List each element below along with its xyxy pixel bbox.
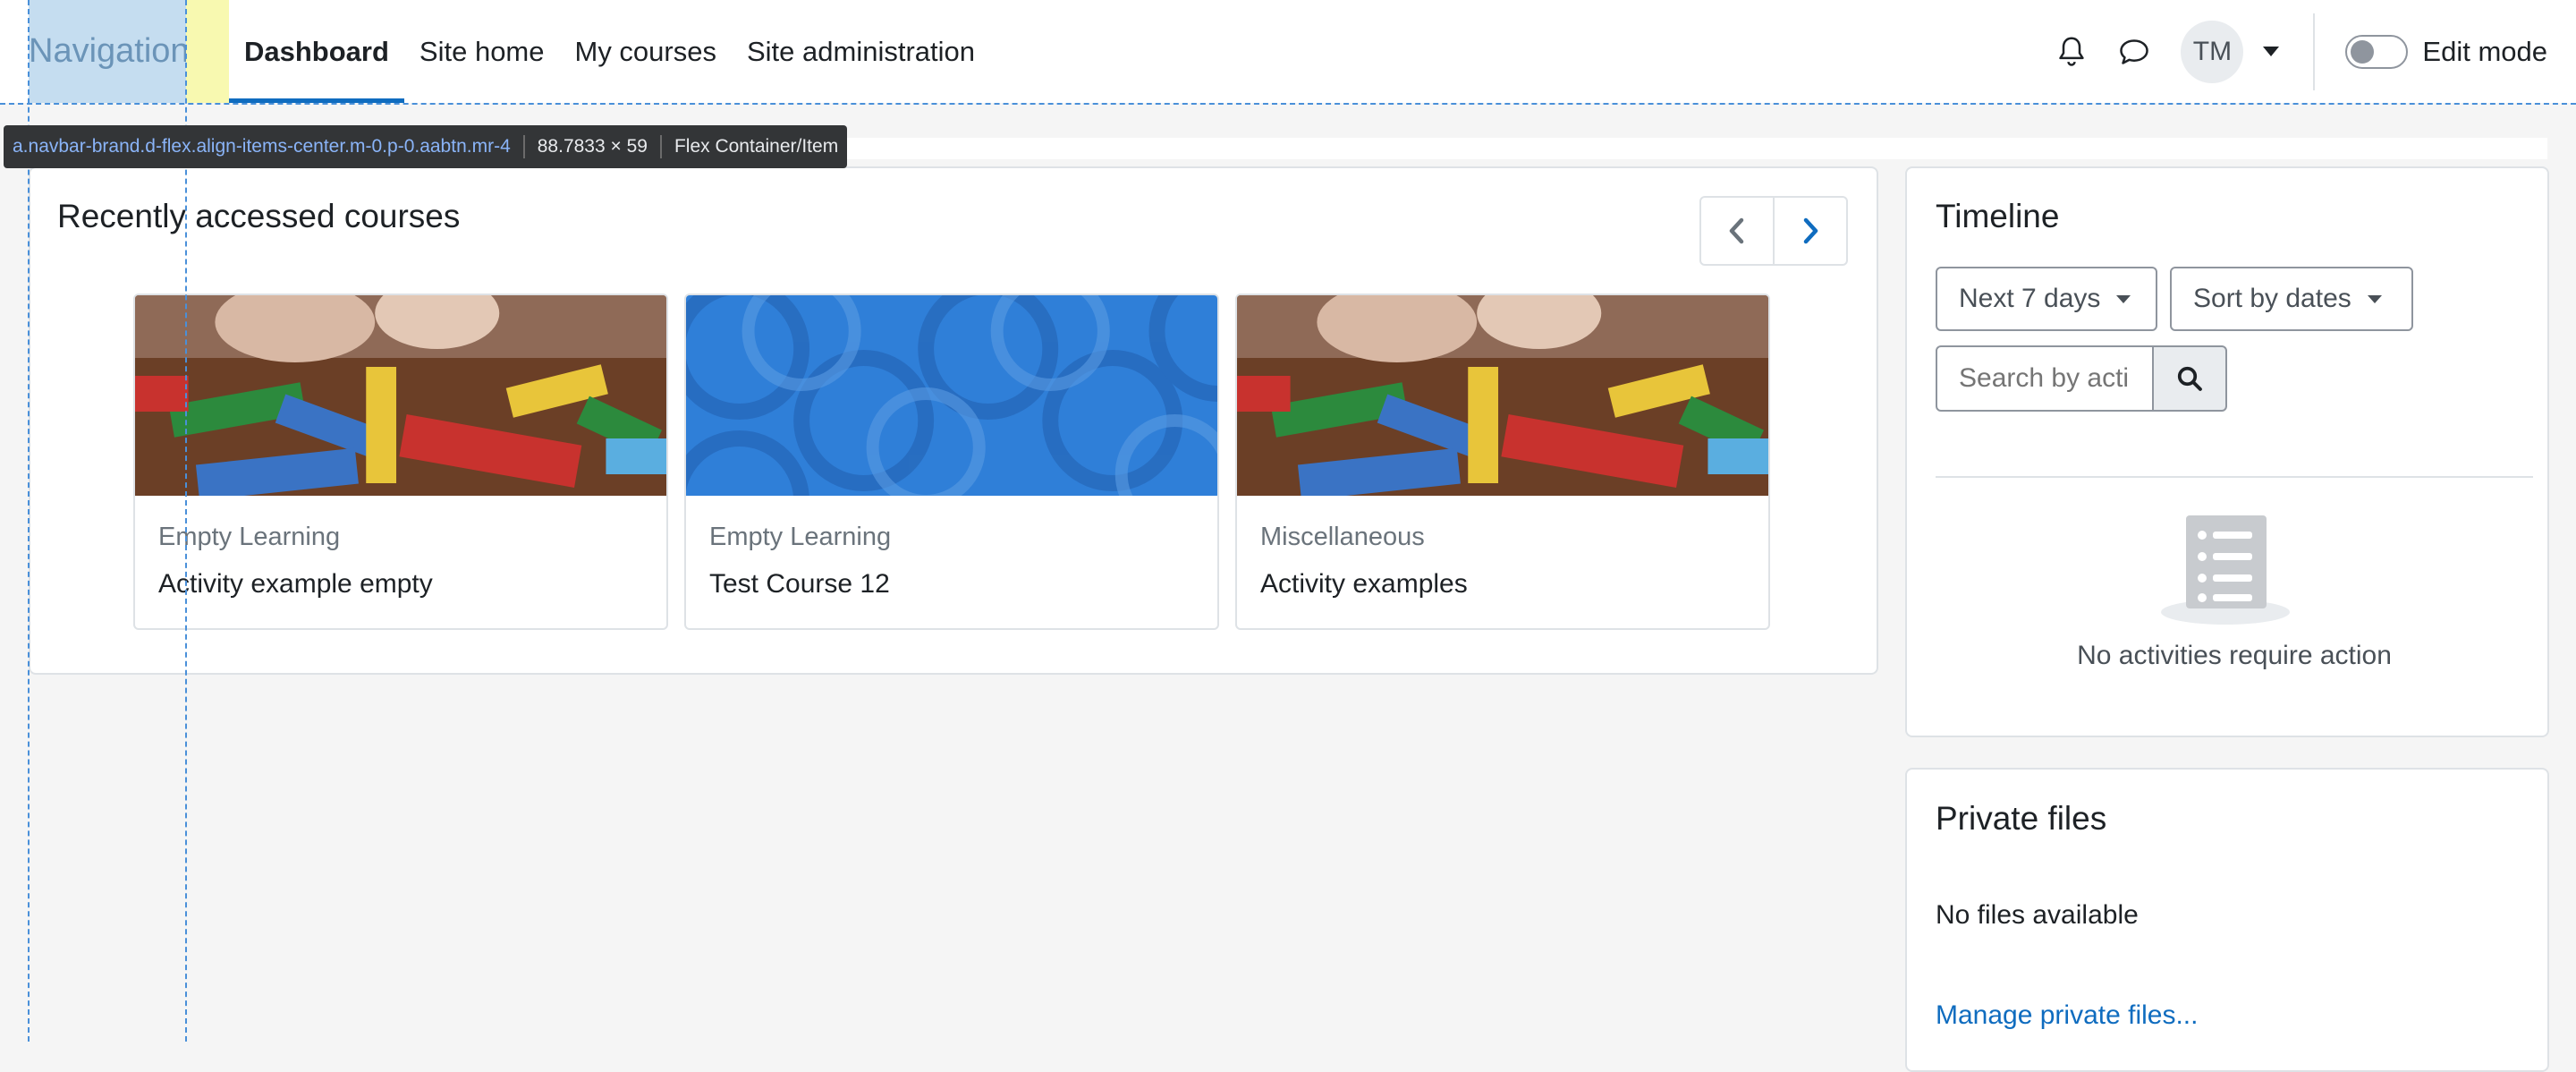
- dropdown-caret-icon: [2116, 294, 2131, 303]
- course-carousel-controls: [1699, 196, 1848, 266]
- edit-mode-toggle[interactable]: [2345, 34, 2409, 69]
- notifications-button[interactable]: [2045, 25, 2098, 79]
- timeline-divider: [1936, 476, 2533, 478]
- timeline-search-button[interactable]: [2152, 345, 2227, 412]
- course-image-toy-blocks: [135, 295, 666, 496]
- dropdown-caret-icon: [2367, 294, 2382, 303]
- timeline-sort-value: Sort by dates: [2193, 284, 2351, 313]
- top-navbar: Navigation Dashboard Site home My course…: [0, 0, 2576, 103]
- next-button[interactable]: [1773, 198, 1846, 264]
- manage-private-files-link[interactable]: Manage private files...: [1936, 1000, 2198, 1031]
- private-files-title: Private files: [1936, 800, 2107, 837]
- timeline-search-input[interactable]: [1936, 345, 2154, 412]
- user-avatar[interactable]: TM: [2181, 20, 2244, 83]
- messages-button[interactable]: [2107, 25, 2161, 79]
- inspector-guide-line: [0, 103, 2576, 105]
- toggle-knob: [2351, 39, 2375, 64]
- course-card[interactable]: Miscellaneous Activity examples: [1235, 294, 1770, 630]
- course-category: Miscellaneous: [1260, 523, 1425, 551]
- timeline-title: Timeline: [1936, 198, 2060, 234]
- navbar-brand[interactable]: Navigation: [29, 0, 190, 103]
- course-image-toy-blocks: [1237, 295, 1768, 496]
- timeline-range-select[interactable]: Next 7 days: [1936, 267, 2157, 331]
- course-name: Activity example empty: [158, 569, 433, 599]
- navbar-divider: [2313, 13, 2316, 90]
- brand-margin-highlight: [186, 0, 229, 103]
- course-name: Activity examples: [1260, 569, 1468, 599]
- timeline-sort-select[interactable]: Sort by dates: [2170, 267, 2413, 331]
- course-category: Empty Learning: [709, 523, 892, 551]
- nav-site-administration[interactable]: Site administration: [732, 0, 990, 103]
- chevron-left-icon: [1729, 217, 1744, 244]
- navbar-right-group: TM Edit mode: [2045, 0, 2547, 103]
- nav-site-home[interactable]: Site home: [404, 0, 560, 103]
- nav-my-courses[interactable]: My courses: [560, 0, 732, 103]
- inspector-separator: [522, 135, 525, 158]
- edit-mode-label: Edit mode: [2422, 35, 2547, 67]
- brand-label: Navigation: [29, 32, 190, 70]
- inspector-size: 88.7833 × 59: [537, 136, 648, 157]
- timeline-empty-message: No activities require action: [2077, 641, 2392, 670]
- course-card[interactable]: Empty Learning Test Course 12: [684, 294, 1219, 630]
- recent-courses-title: Recently accessed courses: [57, 198, 461, 234]
- inspector-separator: [659, 135, 662, 158]
- previous-button[interactable]: [1701, 198, 1773, 264]
- chevron-right-icon: [1803, 217, 1818, 244]
- nav-dashboard[interactable]: Dashboard: [229, 0, 404, 103]
- inspector-type: Flex Container/Item: [674, 136, 839, 157]
- chat-icon: [2120, 38, 2149, 64]
- caret-down-icon[interactable]: [2263, 47, 2280, 56]
- course-name: Test Course 12: [709, 569, 890, 599]
- inspector-tooltip: a.navbar-brand.d-flex.align-items-center…: [4, 125, 848, 168]
- timeline-range-value: Next 7 days: [1959, 284, 2101, 313]
- course-card[interactable]: Empty Learning Activity example empty: [133, 294, 668, 630]
- primary-navigation: Dashboard Site home My courses Site admi…: [229, 0, 990, 103]
- course-image-blue-pattern: [686, 295, 1217, 496]
- empty-activities-icon: [2161, 515, 2290, 625]
- bell-icon: [2059, 37, 2085, 66]
- search-icon: [2177, 366, 2202, 391]
- private-files-empty-message: No files available: [1936, 900, 2139, 930]
- inspector-selector: a.navbar-brand.d-flex.align-items-center…: [13, 136, 511, 157]
